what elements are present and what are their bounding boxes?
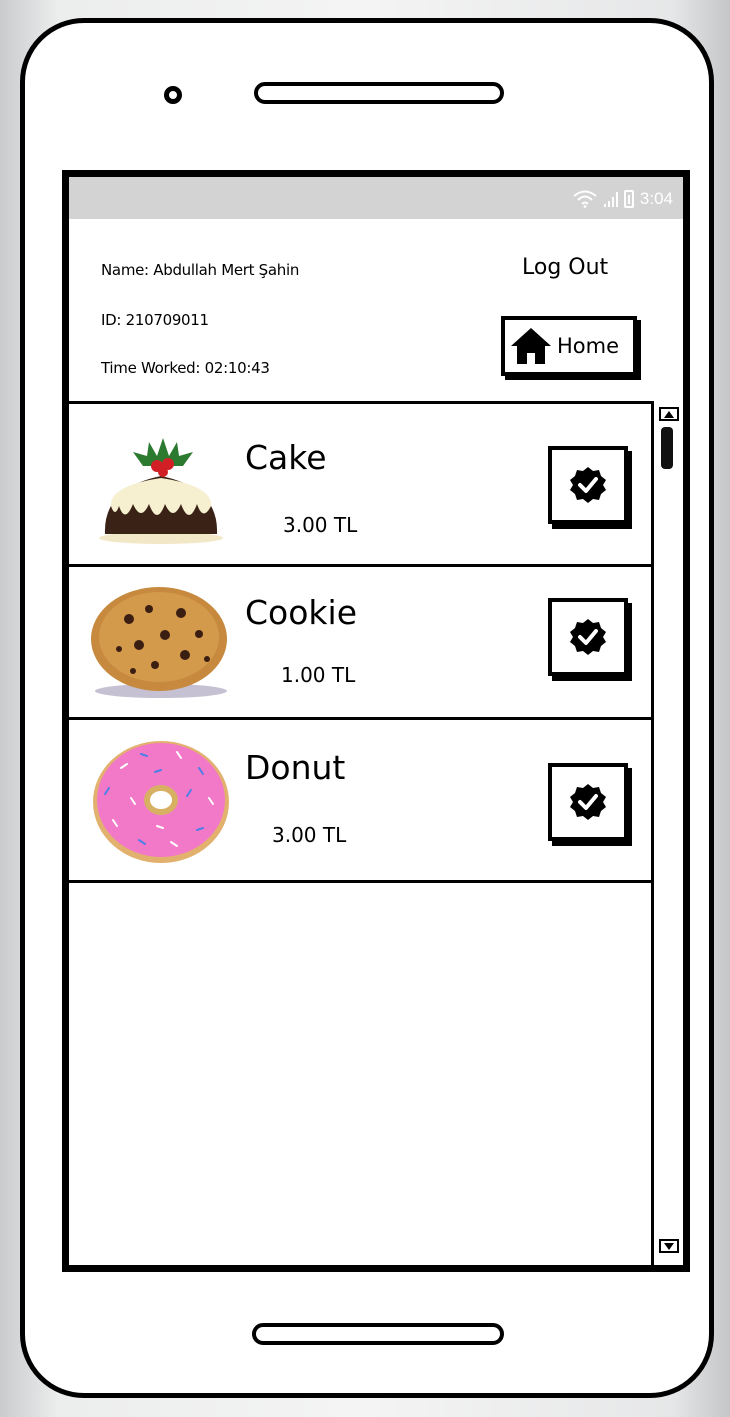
- camera-icon: [164, 86, 182, 104]
- home-button-label: Home: [557, 334, 620, 358]
- select-product-button[interactable]: [548, 598, 628, 676]
- list-item[interactable]: Donut 3.00 TL: [69, 720, 651, 880]
- status-bar: 3:04: [69, 177, 683, 219]
- list-item[interactable]: Cookie 1.00 TL: [69, 567, 651, 717]
- scroll-down-arrow-icon[interactable]: [659, 1239, 679, 1253]
- product-price: 1.00 TL: [281, 663, 356, 687]
- status-time: 3:04: [639, 189, 673, 208]
- battery-icon: [623, 190, 634, 208]
- list-item[interactable]: Cake 3.00 TL: [69, 404, 651, 564]
- speaker-grille: [254, 82, 504, 104]
- user-id: ID: 210709011: [101, 311, 209, 329]
- cake-image: [99, 438, 223, 544]
- product-price: 3.00 TL: [283, 513, 358, 537]
- user-name: Name: Abdullah Mert Şahin: [101, 261, 300, 279]
- home-icon: [511, 328, 551, 364]
- time-worked: Time Worked: 02:10:43: [101, 359, 270, 377]
- select-product-button[interactable]: [548, 446, 628, 524]
- donut-image: [93, 741, 229, 863]
- scrollbar[interactable]: [651, 401, 683, 1265]
- product-name: Cake: [245, 438, 327, 477]
- select-product-button[interactable]: [548, 763, 628, 841]
- wifi-icon: [573, 190, 597, 208]
- logout-link[interactable]: Log Out: [522, 255, 608, 280]
- home-button[interactable]: Home: [501, 316, 637, 376]
- cookie-image: [91, 587, 227, 698]
- product-name: Donut: [245, 748, 346, 787]
- product-price: 3.00 TL: [272, 823, 347, 847]
- product-name: Cookie: [245, 593, 358, 632]
- scroll-up-arrow-icon[interactable]: [659, 407, 679, 421]
- screen: 3:04 Name: Abdullah Mert Şahin ID: 21070…: [62, 170, 690, 1272]
- status-icons: 3:04: [572, 187, 673, 211]
- signal-icon: [603, 191, 618, 207]
- check-badge-icon: [570, 784, 606, 820]
- check-badge-icon: [570, 467, 606, 503]
- home-bar: [252, 1323, 504, 1345]
- check-badge-icon: [570, 619, 606, 655]
- divider: [69, 880, 651, 883]
- scrollbar-thumb[interactable]: [661, 427, 673, 469]
